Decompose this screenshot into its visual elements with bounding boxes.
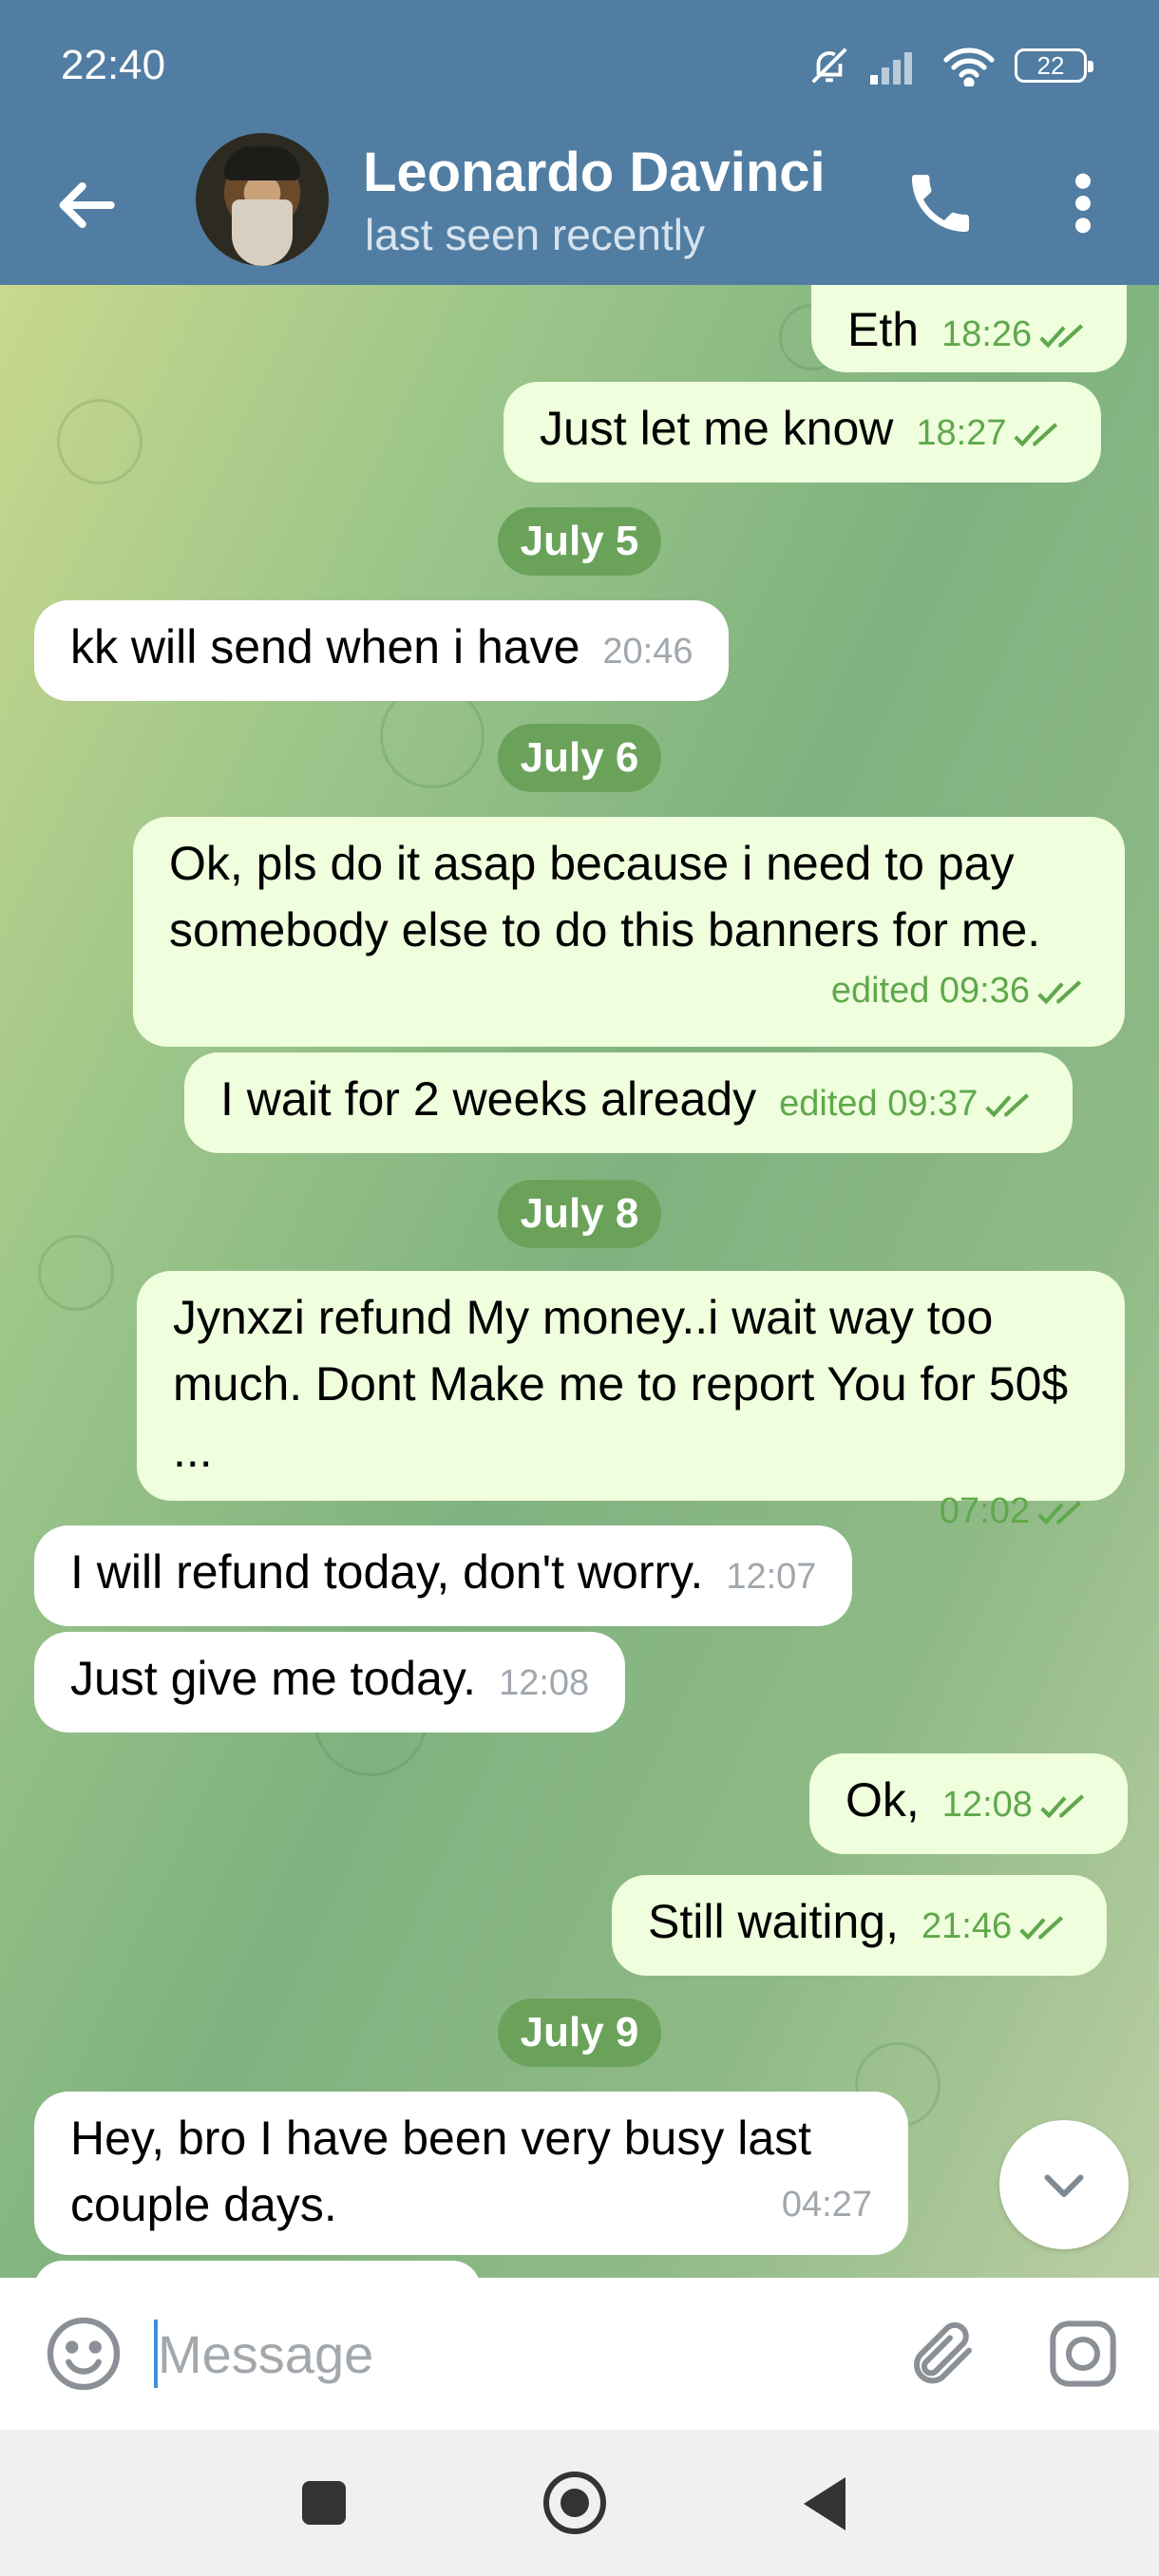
- avatar[interactable]: [196, 133, 329, 266]
- message-time: 12:08: [499, 1663, 590, 1703]
- message-input[interactable]: [158, 2316, 861, 2392]
- message-time: 18:26: [941, 301, 1091, 368]
- outgoing-message[interactable]: Jynxzi refund My money..i wait way too m…: [137, 1271, 1125, 1531]
- double-check-icon: [1014, 423, 1058, 447]
- message-time: 18:27: [916, 400, 1065, 466]
- emoji-icon[interactable]: [44, 2314, 124, 2394]
- incoming-message[interactable]: Hey, bro I have been very busy last coup…: [34, 2092, 908, 2255]
- contact-status: last seen recently: [365, 210, 705, 259]
- incoming-message[interactable]: Just give me today. 12:08: [34, 1632, 626, 1733]
- camera-icon[interactable]: [1045, 2316, 1121, 2392]
- home-circle-icon[interactable]: [543, 2472, 606, 2534]
- outgoing-message[interactable]: Eth 18:26: [811, 285, 1128, 372]
- double-check-icon: [1037, 1501, 1082, 1525]
- message-time: 20:46: [602, 632, 694, 672]
- message-text: Still waiting,: [648, 1895, 899, 1948]
- bell-muted-icon: [811, 47, 847, 84]
- incoming-message[interactable]: I will refund today, don't worry. 12:07: [34, 1525, 853, 1626]
- recents-square-icon[interactable]: [302, 2481, 346, 2525]
- paperclip-icon[interactable]: [902, 2316, 978, 2392]
- message-time: 12:08: [942, 1771, 1092, 1838]
- message-text: Jynxzi refund My money..i wait way too m…: [173, 1291, 1069, 1477]
- more-vertical-icon[interactable]: [1054, 165, 1112, 241]
- message-time: 12:07: [726, 1557, 817, 1597]
- status-icons: 22: [808, 44, 1093, 87]
- battery-level: 22: [1036, 50, 1065, 80]
- battery-indicator: 22: [1015, 48, 1093, 83]
- message-text: Ok, pls do it asap because i need to pay…: [169, 837, 1041, 957]
- date-separator: July 5: [498, 507, 661, 576]
- message-text: I wait for 2 weeks already: [220, 1072, 757, 1126]
- arrow-left-icon[interactable]: [48, 167, 124, 243]
- wifi-icon: [943, 47, 995, 86]
- message-text: Just let me know: [540, 402, 894, 455]
- message-text: kk will send when i have: [70, 620, 580, 673]
- chat-header: Leonardo Davinci last seen recently: [0, 133, 1159, 285]
- date-separator: July 9: [498, 1998, 661, 2067]
- outgoing-message[interactable]: Just let me know 18:27: [504, 382, 1102, 483]
- status-bar: 22:40 22: [0, 0, 1159, 133]
- outgoing-message[interactable]: Ok, 12:08: [809, 1753, 1128, 1854]
- message-time: 21:46: [922, 1893, 1071, 1960]
- message-time: edited 09:36: [169, 957, 1089, 1024]
- back-triangle-icon[interactable]: [804, 2477, 846, 2530]
- outgoing-message[interactable]: I wait for 2 weeks already edited 09:37: [184, 1052, 1074, 1153]
- double-check-icon: [1040, 1794, 1084, 1819]
- message-text: Eth: [847, 303, 920, 356]
- scroll-down-button[interactable]: [999, 2120, 1129, 2249]
- chevron-down-icon: [1044, 2174, 1084, 2197]
- signal-icon: [870, 52, 912, 85]
- double-check-icon: [1037, 980, 1082, 1005]
- outgoing-message[interactable]: Still waiting, 21:46: [612, 1875, 1108, 1976]
- message-text: Just give me today.: [70, 1652, 477, 1705]
- contact-name[interactable]: Leonardo Davinci: [363, 141, 826, 204]
- message-time: edited 09:37: [779, 1070, 1036, 1137]
- outgoing-message[interactable]: Ok, pls do it asap because i need to pay…: [133, 817, 1125, 1047]
- date-separator: July 8: [498, 1180, 661, 1248]
- message-text: I will refund today, don't worry.: [70, 1545, 704, 1599]
- system-nav-bar: [0, 2430, 1159, 2576]
- incoming-message[interactable]: kk will send when i have 20:46: [34, 600, 730, 701]
- status-time: 22:40: [61, 42, 166, 88]
- incoming-message-partial[interactable]: [34, 2261, 481, 2278]
- chat-area[interactable]: Eth 18:26 Just let me know 18:27 July 5 …: [0, 285, 1159, 2278]
- background-doodle: [38, 1235, 114, 1311]
- background-doodle: [57, 399, 142, 484]
- phone-icon[interactable]: [902, 165, 978, 241]
- message-composer: [0, 2278, 1159, 2430]
- date-separator: July 6: [498, 724, 661, 792]
- message-text: Ok,: [846, 1773, 920, 1827]
- double-check-icon: [985, 1093, 1030, 1118]
- double-check-icon: [1019, 1916, 1064, 1941]
- double-check-icon: [1039, 324, 1084, 349]
